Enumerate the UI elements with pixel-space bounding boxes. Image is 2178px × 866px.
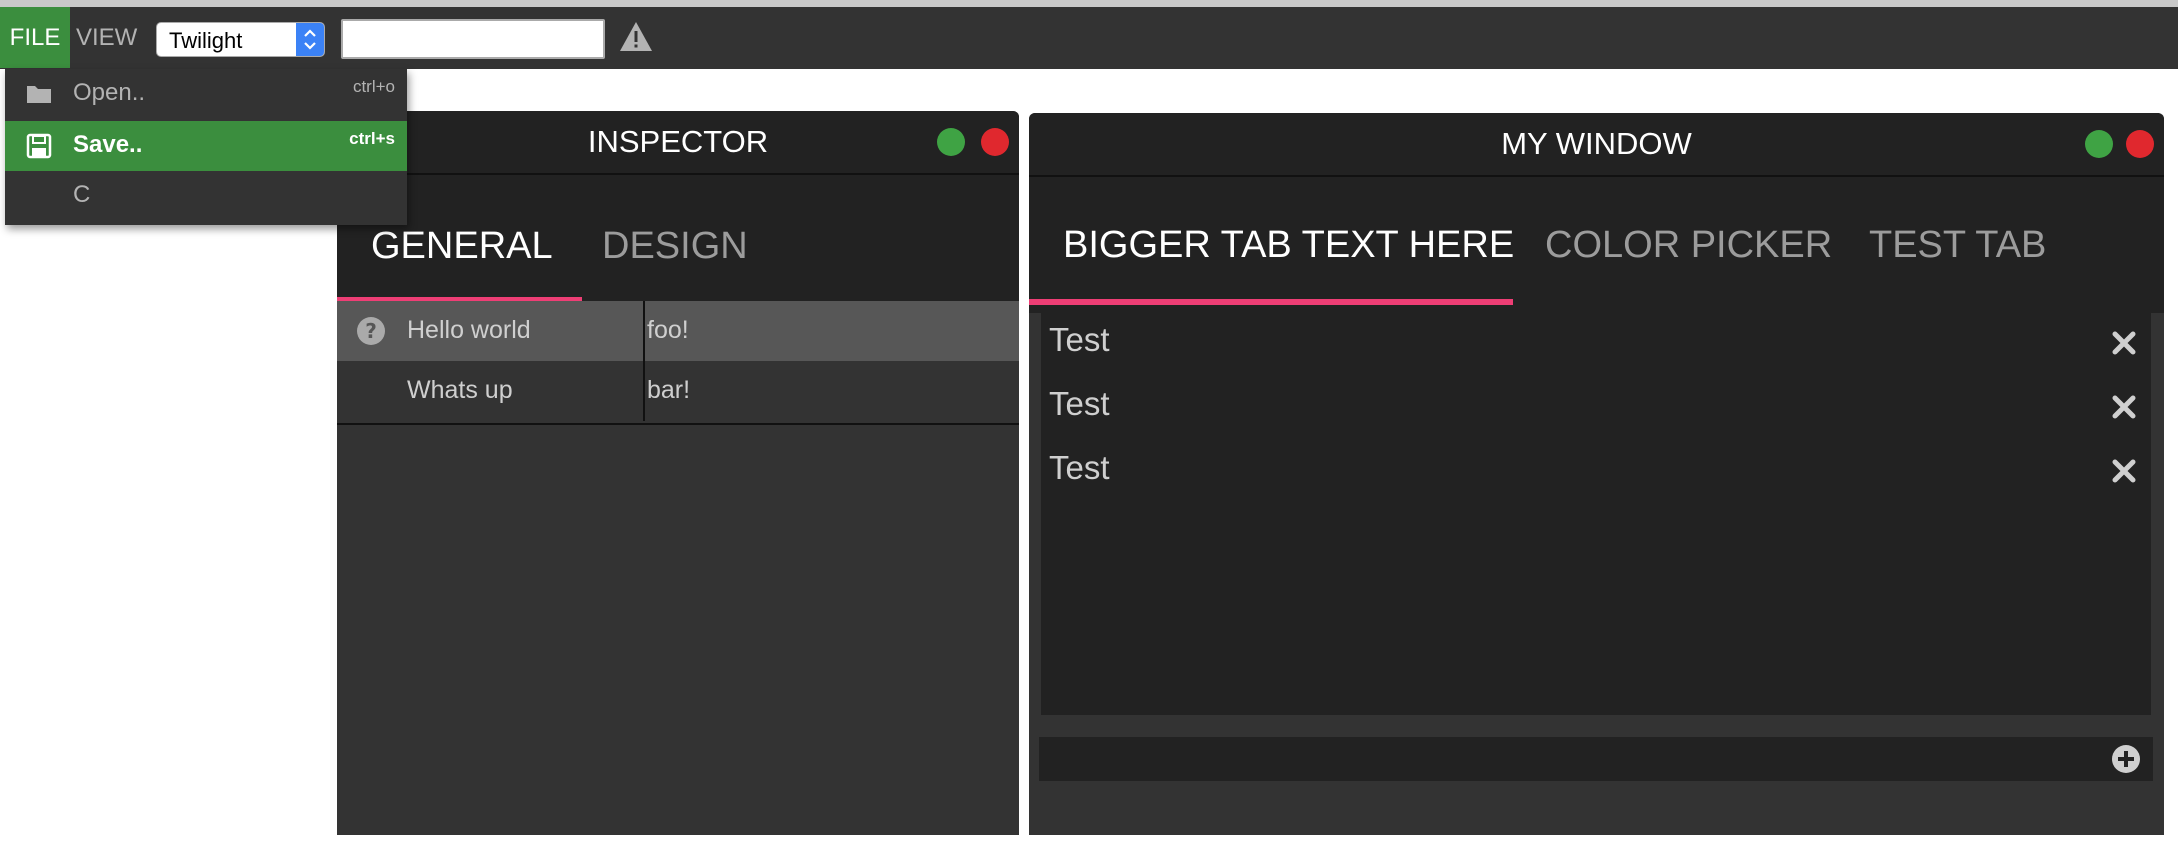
- menu-item-save[interactable]: Save.. ctrl+s: [5, 121, 407, 171]
- property-row[interactable]: Whats up bar!: [337, 361, 1019, 425]
- menu-item-open[interactable]: Open.. ctrl+o: [5, 69, 407, 119]
- menu-item-label: Open..: [73, 79, 146, 106]
- file-menu-button[interactable]: FILE: [0, 7, 70, 68]
- inspector-tabbar: GENERAL DESIGN: [337, 175, 1019, 318]
- menu-item-shortcut: ctrl+o: [352, 77, 395, 96]
- property-key: Hello world: [407, 316, 531, 344]
- item-list: Test Test Test: [1041, 313, 2151, 715]
- property-value[interactable]: foo!: [647, 316, 689, 345]
- tab-design[interactable]: DESIGN: [602, 175, 748, 318]
- warning-icon[interactable]: [618, 19, 654, 55]
- theme-select-value: Twilight: [169, 28, 243, 53]
- select-arrows-icon: [296, 23, 324, 56]
- menu-bar: [0, 7, 2178, 69]
- list-item[interactable]: Test: [1041, 313, 2151, 373]
- inspector-window: INSPECTOR GENERAL DESIGN ? Hello world f…: [337, 111, 1019, 835]
- view-menu-button[interactable]: VIEW: [76, 7, 146, 68]
- plus-circle-icon[interactable]: [2111, 744, 2141, 774]
- property-row[interactable]: ? Hello world foo!: [337, 301, 1019, 361]
- list-item[interactable]: Test: [1041, 441, 2151, 501]
- menu-item-c[interactable]: C: [5, 171, 407, 221]
- close-button[interactable]: [2126, 130, 2154, 158]
- my-window: MY WINDOW BIGGER TAB TEXT HERE COLOR PIC…: [1029, 113, 2164, 835]
- top-strip: [0, 0, 2178, 7]
- maximize-button[interactable]: [937, 128, 965, 156]
- list-item[interactable]: Test: [1041, 377, 2151, 437]
- tab-bigger-tab-text[interactable]: BIGGER TAB TEXT HERE: [1063, 177, 1514, 313]
- my-window-tabbar: BIGGER TAB TEXT HERE COLOR PICKER TEST T…: [1029, 177, 2164, 313]
- close-icon[interactable]: [2111, 390, 2137, 419]
- theme-select[interactable]: Twilight: [156, 22, 325, 57]
- list-item-label: Test: [1049, 385, 1110, 422]
- list-item-label: Test: [1049, 321, 1110, 358]
- column-divider: [643, 301, 645, 361]
- add-item-row[interactable]: [1039, 737, 2153, 781]
- close-button[interactable]: [981, 128, 1009, 156]
- my-window-title: MY WINDOW: [1501, 126, 1692, 161]
- menu-item-label: Save..: [73, 131, 143, 158]
- inspector-title: INSPECTOR: [587, 124, 769, 159]
- menu-item-shortcut: ctrl+s: [349, 129, 395, 148]
- file-dropdown-menu: Open.. ctrl+o Save.. ctrl+s C: [5, 69, 407, 225]
- active-tab-indicator: [1029, 299, 1513, 305]
- menu-item-label: C: [73, 181, 91, 208]
- property-value[interactable]: bar!: [647, 376, 690, 405]
- svg-text:?: ?: [365, 319, 377, 343]
- inspector-titlebar[interactable]: INSPECTOR: [337, 111, 1019, 175]
- maximize-button[interactable]: [2085, 130, 2113, 158]
- close-icon[interactable]: [2111, 454, 2137, 483]
- column-divider: [643, 361, 645, 421]
- my-window-titlebar[interactable]: MY WINDOW: [1029, 113, 2164, 177]
- text-input[interactable]: [341, 19, 605, 59]
- question-circle-icon[interactable]: ?: [356, 316, 386, 346]
- tab-color-picker[interactable]: COLOR PICKER: [1545, 177, 1832, 313]
- folder-icon: [25, 81, 53, 107]
- close-icon[interactable]: [2111, 326, 2137, 355]
- tab-test-tab[interactable]: TEST TAB: [1869, 177, 2046, 313]
- list-item-label: Test: [1049, 449, 1110, 486]
- property-key: Whats up: [407, 376, 513, 404]
- floppy-disk-icon: [25, 133, 53, 159]
